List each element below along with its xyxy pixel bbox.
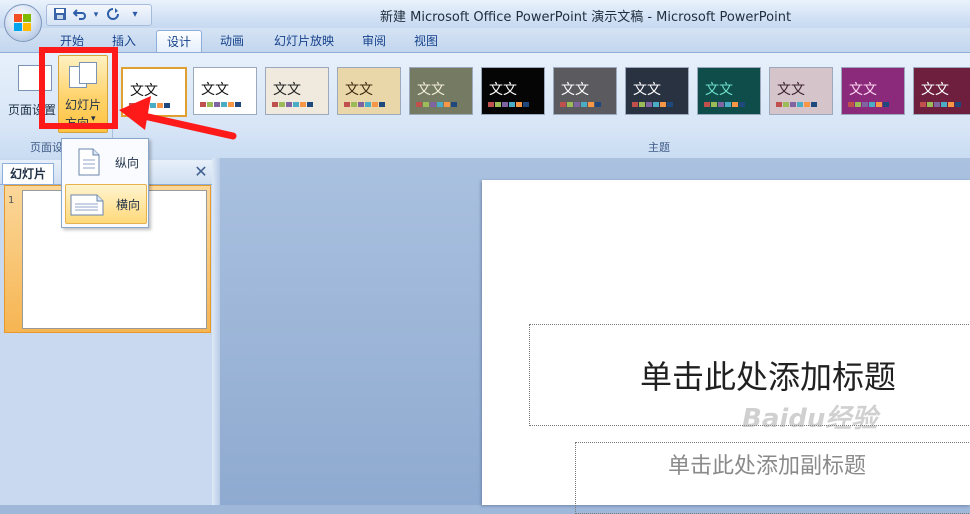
- theme-color-swatches: [344, 102, 385, 107]
- save-icon[interactable]: [52, 7, 68, 23]
- window-title: 新建 Microsoft Office PowerPoint 演示文稿 - Mi…: [380, 10, 792, 25]
- theme-thumbnail[interactable]: 文文: [697, 67, 761, 115]
- tab-design[interactable]: 设计: [156, 30, 202, 53]
- office-logo-icon: [14, 14, 32, 32]
- menu-item-portrait[interactable]: 纵向: [65, 143, 145, 181]
- slides-pane-tab[interactable]: 幻灯片: [2, 163, 54, 184]
- slide-orientation-menu: 纵向 横向: [61, 138, 149, 228]
- theme-color-swatches: [488, 102, 529, 107]
- theme-sample-text: 文文: [273, 82, 301, 98]
- pane-splitter[interactable]: [212, 158, 220, 505]
- slide-number: 1: [8, 195, 15, 206]
- theme-color-swatches: [776, 102, 817, 107]
- tab-animations[interactable]: 动画: [212, 30, 252, 52]
- menu-item-landscape-label: 横向: [116, 198, 141, 212]
- menu-item-landscape[interactable]: 横向: [65, 184, 147, 224]
- theme-sample-text: 文文: [921, 82, 949, 98]
- tab-review[interactable]: 审阅: [354, 30, 394, 52]
- undo-icon[interactable]: [72, 7, 88, 23]
- customize-toolbar-icon[interactable]: ▾: [129, 7, 141, 23]
- theme-thumbnail[interactable]: 文文: [625, 67, 689, 115]
- theme-color-swatches: [848, 102, 889, 107]
- annotation-arrow-icon: [119, 96, 237, 140]
- theme-color-swatches: [560, 102, 601, 107]
- theme-thumbnail[interactable]: 文文: [769, 67, 833, 115]
- watermark: Baidu经验: [742, 404, 878, 434]
- theme-sample-text: 文文: [633, 82, 661, 98]
- theme-thumbnail[interactable]: 文文: [553, 67, 617, 115]
- subtitle-placeholder-text: 单击此处添加副标题: [668, 454, 867, 479]
- close-icon[interactable]: ✕: [193, 164, 209, 180]
- menu-item-portrait-label: 纵向: [115, 156, 140, 170]
- theme-color-swatches: [416, 102, 457, 107]
- tab-view[interactable]: 视图: [406, 30, 446, 52]
- theme-color-swatches: [704, 102, 745, 107]
- theme-sample-text: 文文: [345, 82, 373, 98]
- theme-color-swatches: [272, 102, 313, 107]
- theme-sample-text: 文文: [417, 82, 445, 98]
- theme-thumbnail[interactable]: 文文: [481, 67, 545, 115]
- office-button[interactable]: [4, 4, 42, 42]
- theme-thumbnail[interactable]: 文文: [409, 67, 473, 115]
- ribbon-tab-bar: 开始 插入 设计 动画 幻灯片放映 审阅 视图: [0, 28, 970, 53]
- annotation-highlight-box: [39, 47, 118, 129]
- redo-icon[interactable]: [105, 7, 121, 23]
- theme-thumbnail[interactable]: 文文: [337, 67, 401, 115]
- theme-sample-text: 文文: [561, 82, 589, 98]
- theme-thumbnail[interactable]: 文文: [913, 67, 970, 115]
- theme-sample-text: 文文: [489, 82, 517, 98]
- tab-slide-show[interactable]: 幻灯片放映: [264, 30, 344, 52]
- landscape-page-icon: [70, 192, 104, 219]
- undo-dropdown-icon[interactable]: ▾: [91, 7, 101, 23]
- theme-color-swatches: [632, 102, 673, 107]
- theme-sample-text: 文文: [705, 82, 733, 98]
- theme-thumbnail[interactable]: 文文: [841, 67, 905, 115]
- theme-sample-text: 文文: [777, 82, 805, 98]
- theme-sample-text: 文文: [849, 82, 877, 98]
- themes-group-label: 主题: [648, 141, 670, 154]
- title-placeholder-text: 单击此处添加标题: [640, 358, 897, 396]
- theme-color-swatches: [920, 102, 961, 107]
- portrait-page-icon: [77, 148, 101, 179]
- theme-thumbnail[interactable]: 文文: [265, 67, 329, 115]
- quick-access-toolbar: ▾ ▾: [46, 4, 152, 26]
